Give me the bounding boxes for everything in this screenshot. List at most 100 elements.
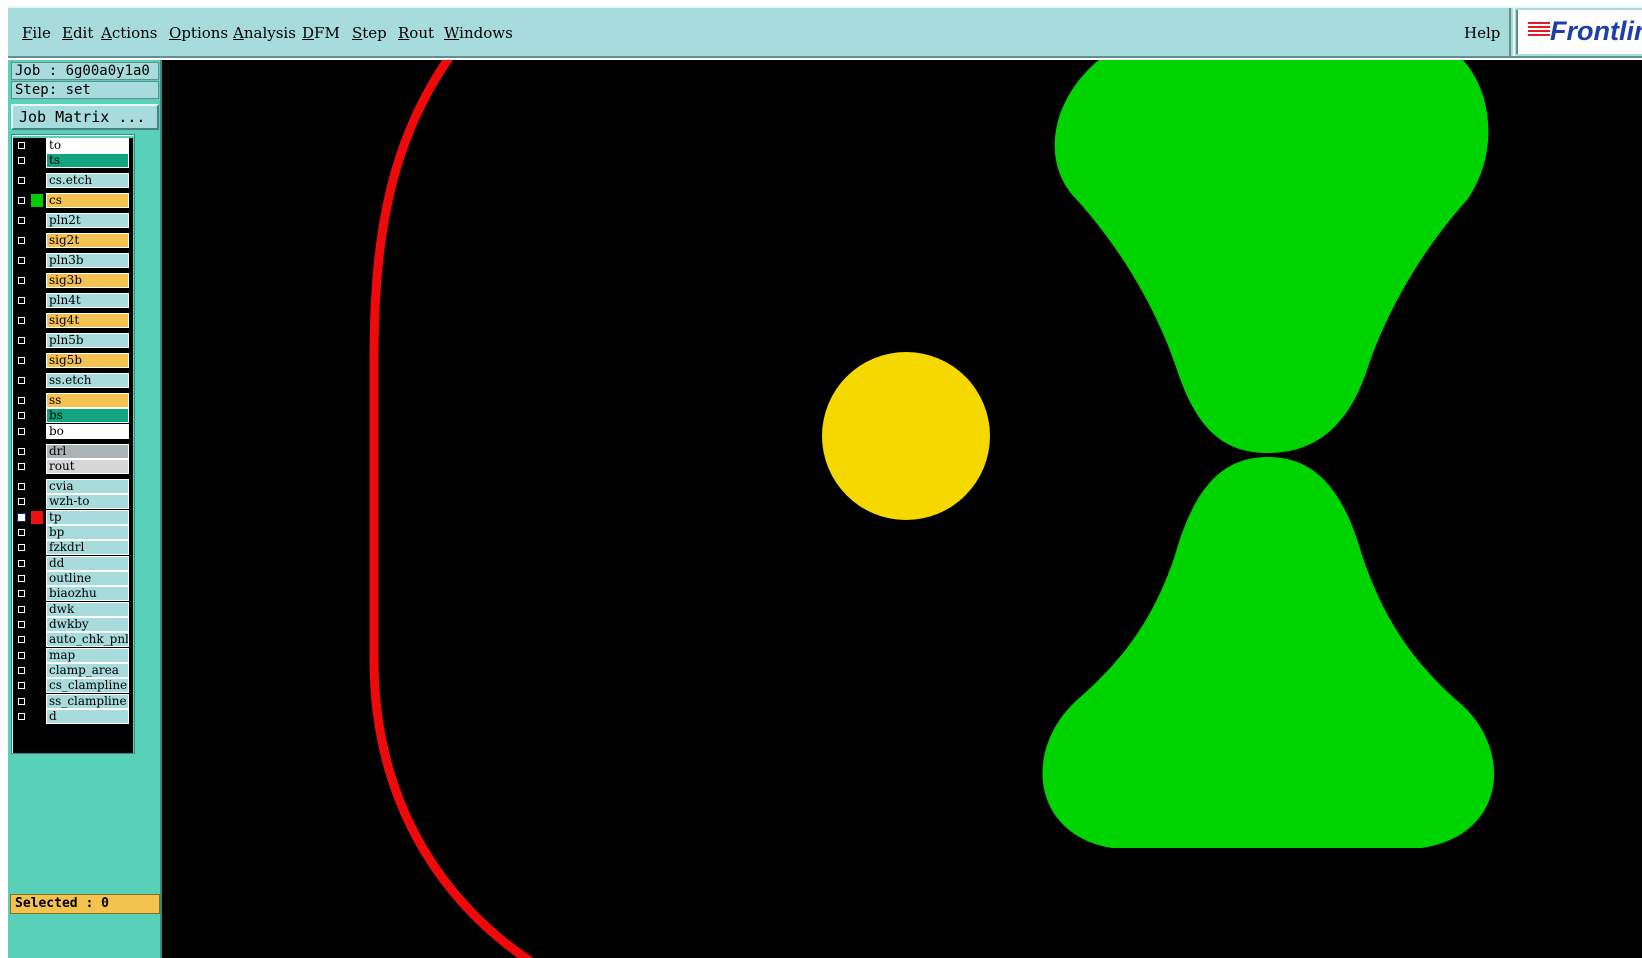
layer-checkbox[interactable] [16,155,27,166]
layer-row-sig3b[interactable]: sig3b [13,273,133,288]
layer-row-wzh-to[interactable]: wzh-to [13,494,133,509]
layer-row-pln3b[interactable]: pln3b [13,253,133,268]
layer-name[interactable]: pln4t [46,293,129,308]
menu-help[interactable]: Help [1464,24,1500,42]
layer-display-swatch[interactable] [31,557,43,570]
layer-row-sig4t[interactable]: sig4t [13,313,133,328]
layer-row-tp[interactable]: tp [13,510,133,525]
layer-name[interactable]: cs [46,193,129,208]
layer-checkbox[interactable] [16,619,27,630]
menu-step[interactable]: Step [352,24,387,42]
layer-checkbox[interactable] [16,588,27,599]
layer-checkbox[interactable] [16,426,27,437]
layer-checkbox[interactable] [16,215,27,226]
layer-row-dwkby[interactable]: dwkby [13,617,133,632]
layer-name[interactable]: sig2t [46,233,129,248]
layer-checkbox[interactable] [16,604,27,615]
menu-analysis[interactable]: Analysis [233,24,296,42]
layer-row-drl[interactable]: drl [13,444,133,459]
layer-row-ss-clampline[interactable]: ss_clampline [13,694,133,709]
layer-name[interactable]: clamp_area [46,663,129,678]
menu-dfm[interactable]: DFM [302,24,340,42]
layer-display-swatch[interactable] [31,354,43,367]
layer-checkbox[interactable] [16,696,27,707]
layer-display-swatch[interactable] [31,274,43,287]
layer-display-swatch[interactable] [31,511,43,524]
layer-display-swatch[interactable] [31,334,43,347]
layer-display-swatch[interactable] [31,234,43,247]
layer-display-swatch[interactable] [31,294,43,307]
menu-actions[interactable]: Actions [101,24,157,42]
layer-checkbox[interactable] [16,195,27,206]
layer-name[interactable]: auto_chk_pnl [46,632,129,647]
layer-checkbox[interactable] [16,680,27,691]
layer-display-swatch[interactable] [31,374,43,387]
layer-name[interactable]: drl [46,444,129,459]
layer-display-swatch[interactable] [31,695,43,708]
layer-checkbox[interactable] [16,461,27,472]
layer-row-to[interactable]: to [13,138,133,153]
layer-name[interactable]: to [46,138,129,153]
layer-name[interactable]: d [46,709,129,724]
layer-name[interactable]: cs_clampline [46,678,129,693]
job-matrix-button[interactable]: Job Matrix ... [11,104,159,130]
layer-name[interactable]: wzh-to [46,494,129,509]
layer-name[interactable]: cvia [46,479,129,494]
layer-checkbox[interactable] [16,558,27,569]
layer-display-swatch[interactable] [31,710,43,723]
layer-name[interactable]: pln3b [46,253,129,268]
layer-checkbox[interactable] [16,573,27,584]
layer-row-dwk[interactable]: dwk [13,602,133,617]
layer-row-fzkdrl[interactable]: fzkdrl [13,540,133,555]
layer-row-rout[interactable]: rout [13,459,133,474]
layer-name[interactable]: outline [46,571,129,586]
layer-display-swatch[interactable] [31,480,43,493]
menu-rout[interactable]: Rout [398,24,434,42]
layer-display-swatch[interactable] [31,526,43,539]
layer-row-bs[interactable]: bs [13,408,133,423]
layer-row-clamp-area[interactable]: clamp_area [13,663,133,678]
layer-row-pln2t[interactable]: pln2t [13,213,133,228]
layer-name[interactable]: ts [46,153,129,168]
layer-row-map[interactable]: map [13,648,133,663]
layer-checkbox[interactable] [16,650,27,661]
layer-row-sig2t[interactable]: sig2t [13,233,133,248]
layer-checkbox[interactable] [16,446,27,457]
layer-display-swatch[interactable] [31,618,43,631]
layer-name[interactable]: pln5b [46,333,129,348]
layer-checkbox[interactable] [16,335,27,346]
layer-name[interactable]: ss [46,393,129,408]
layer-display-swatch[interactable] [31,174,43,187]
layer-row-cs-clampline[interactable]: cs_clampline [13,678,133,693]
layer-display-swatch[interactable] [31,649,43,662]
layer-display-swatch[interactable] [31,587,43,600]
layer-display-swatch[interactable] [31,572,43,585]
layer-checkbox[interactable] [16,235,27,246]
layer-display-swatch[interactable] [31,139,43,152]
layer-row-ss[interactable]: ss [13,393,133,408]
layer-checkbox[interactable] [16,665,27,676]
layer-row-pln4t[interactable]: pln4t [13,293,133,308]
layer-display-swatch[interactable] [31,495,43,508]
layer-display-swatch[interactable] [31,425,43,438]
layer-display-swatch[interactable] [31,445,43,458]
layer-row-dd[interactable]: dd [13,556,133,571]
layer-display-swatch[interactable] [31,633,43,646]
layer-checkbox[interactable] [16,175,27,186]
layer-display-swatch[interactable] [31,214,43,227]
layer-checkbox[interactable] [16,375,27,386]
layer-display-swatch[interactable] [31,541,43,554]
layer-row-cs[interactable]: cs [13,193,133,208]
layer-name[interactable]: dwk [46,602,129,617]
layer-display-swatch[interactable] [31,664,43,677]
menu-windows[interactable]: Windows [444,24,513,42]
layer-display-swatch[interactable] [31,314,43,327]
layer-row-auto-chk-pnl[interactable]: auto_chk_pnl [13,632,133,647]
menu-edit[interactable]: Edit [62,24,93,42]
layer-checkbox[interactable] [16,527,27,538]
layer-display-swatch[interactable] [31,409,43,422]
layer-name[interactable]: sig3b [46,273,129,288]
layer-display-swatch[interactable] [31,603,43,616]
layer-row-biaozhu[interactable]: biaozhu [13,586,133,601]
layer-name[interactable]: bp [46,525,129,540]
